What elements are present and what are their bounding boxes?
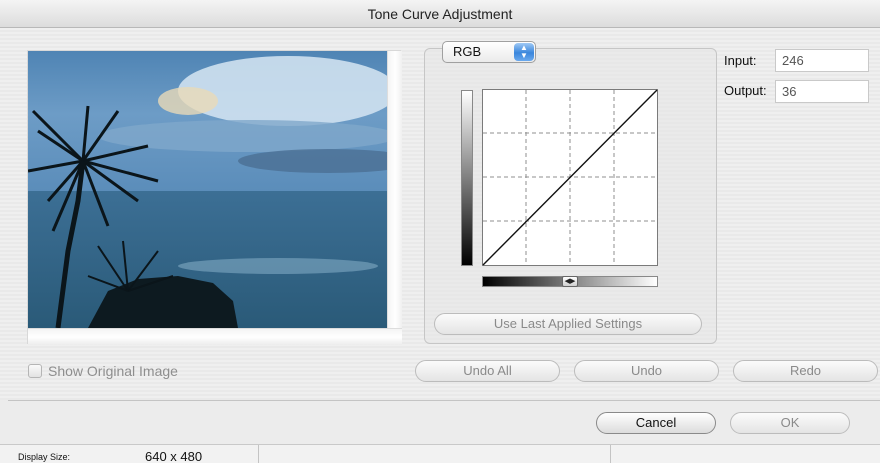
window-title: Tone Curve Adjustment (0, 0, 880, 28)
select-arrows-icon: ▲ ▼ (514, 43, 534, 61)
show-original-row: Show Original Image (28, 362, 178, 380)
use-last-applied-button[interactable]: Use Last Applied Settings (434, 313, 702, 335)
image-preview (27, 50, 402, 345)
left-right-arrows-icon[interactable]: ◀▶ (562, 276, 578, 287)
show-original-label: Show Original Image (48, 363, 178, 379)
input-gradient-slider[interactable]: ◀▶ (482, 276, 658, 287)
channel-select[interactable]: RGB ▲ ▼ (442, 41, 536, 63)
undo-button[interactable]: Undo (574, 360, 719, 382)
display-size-label: Display Size: (18, 452, 71, 462)
status-separator (258, 445, 259, 463)
tone-curve-graph[interactable] (482, 89, 658, 266)
preview-horizontal-scrollbar[interactable] (28, 328, 402, 345)
redo-button[interactable]: Redo (733, 360, 878, 382)
status-bar: Display Size: 640 x 480 (0, 444, 880, 463)
output-label: Output: (724, 83, 767, 98)
channel-select-value: RGB (453, 44, 482, 59)
output-gradient-ramp (461, 90, 473, 266)
cancel-button[interactable]: Cancel (596, 412, 716, 434)
display-size-value: 640 x 480 (145, 449, 203, 463)
preview-photo (28, 51, 387, 328)
ok-button[interactable]: OK (730, 412, 850, 434)
status-separator (610, 445, 611, 463)
preview-vertical-scrollbar[interactable] (387, 51, 402, 328)
input-field[interactable]: 246 (775, 49, 869, 72)
show-original-checkbox[interactable] (28, 364, 42, 378)
undo-all-button[interactable]: Undo All (415, 360, 560, 382)
input-label: Input: (724, 53, 757, 68)
tone-curve-canvas[interactable] (482, 89, 658, 266)
divider (8, 400, 880, 401)
output-field[interactable]: 36 (775, 80, 869, 103)
